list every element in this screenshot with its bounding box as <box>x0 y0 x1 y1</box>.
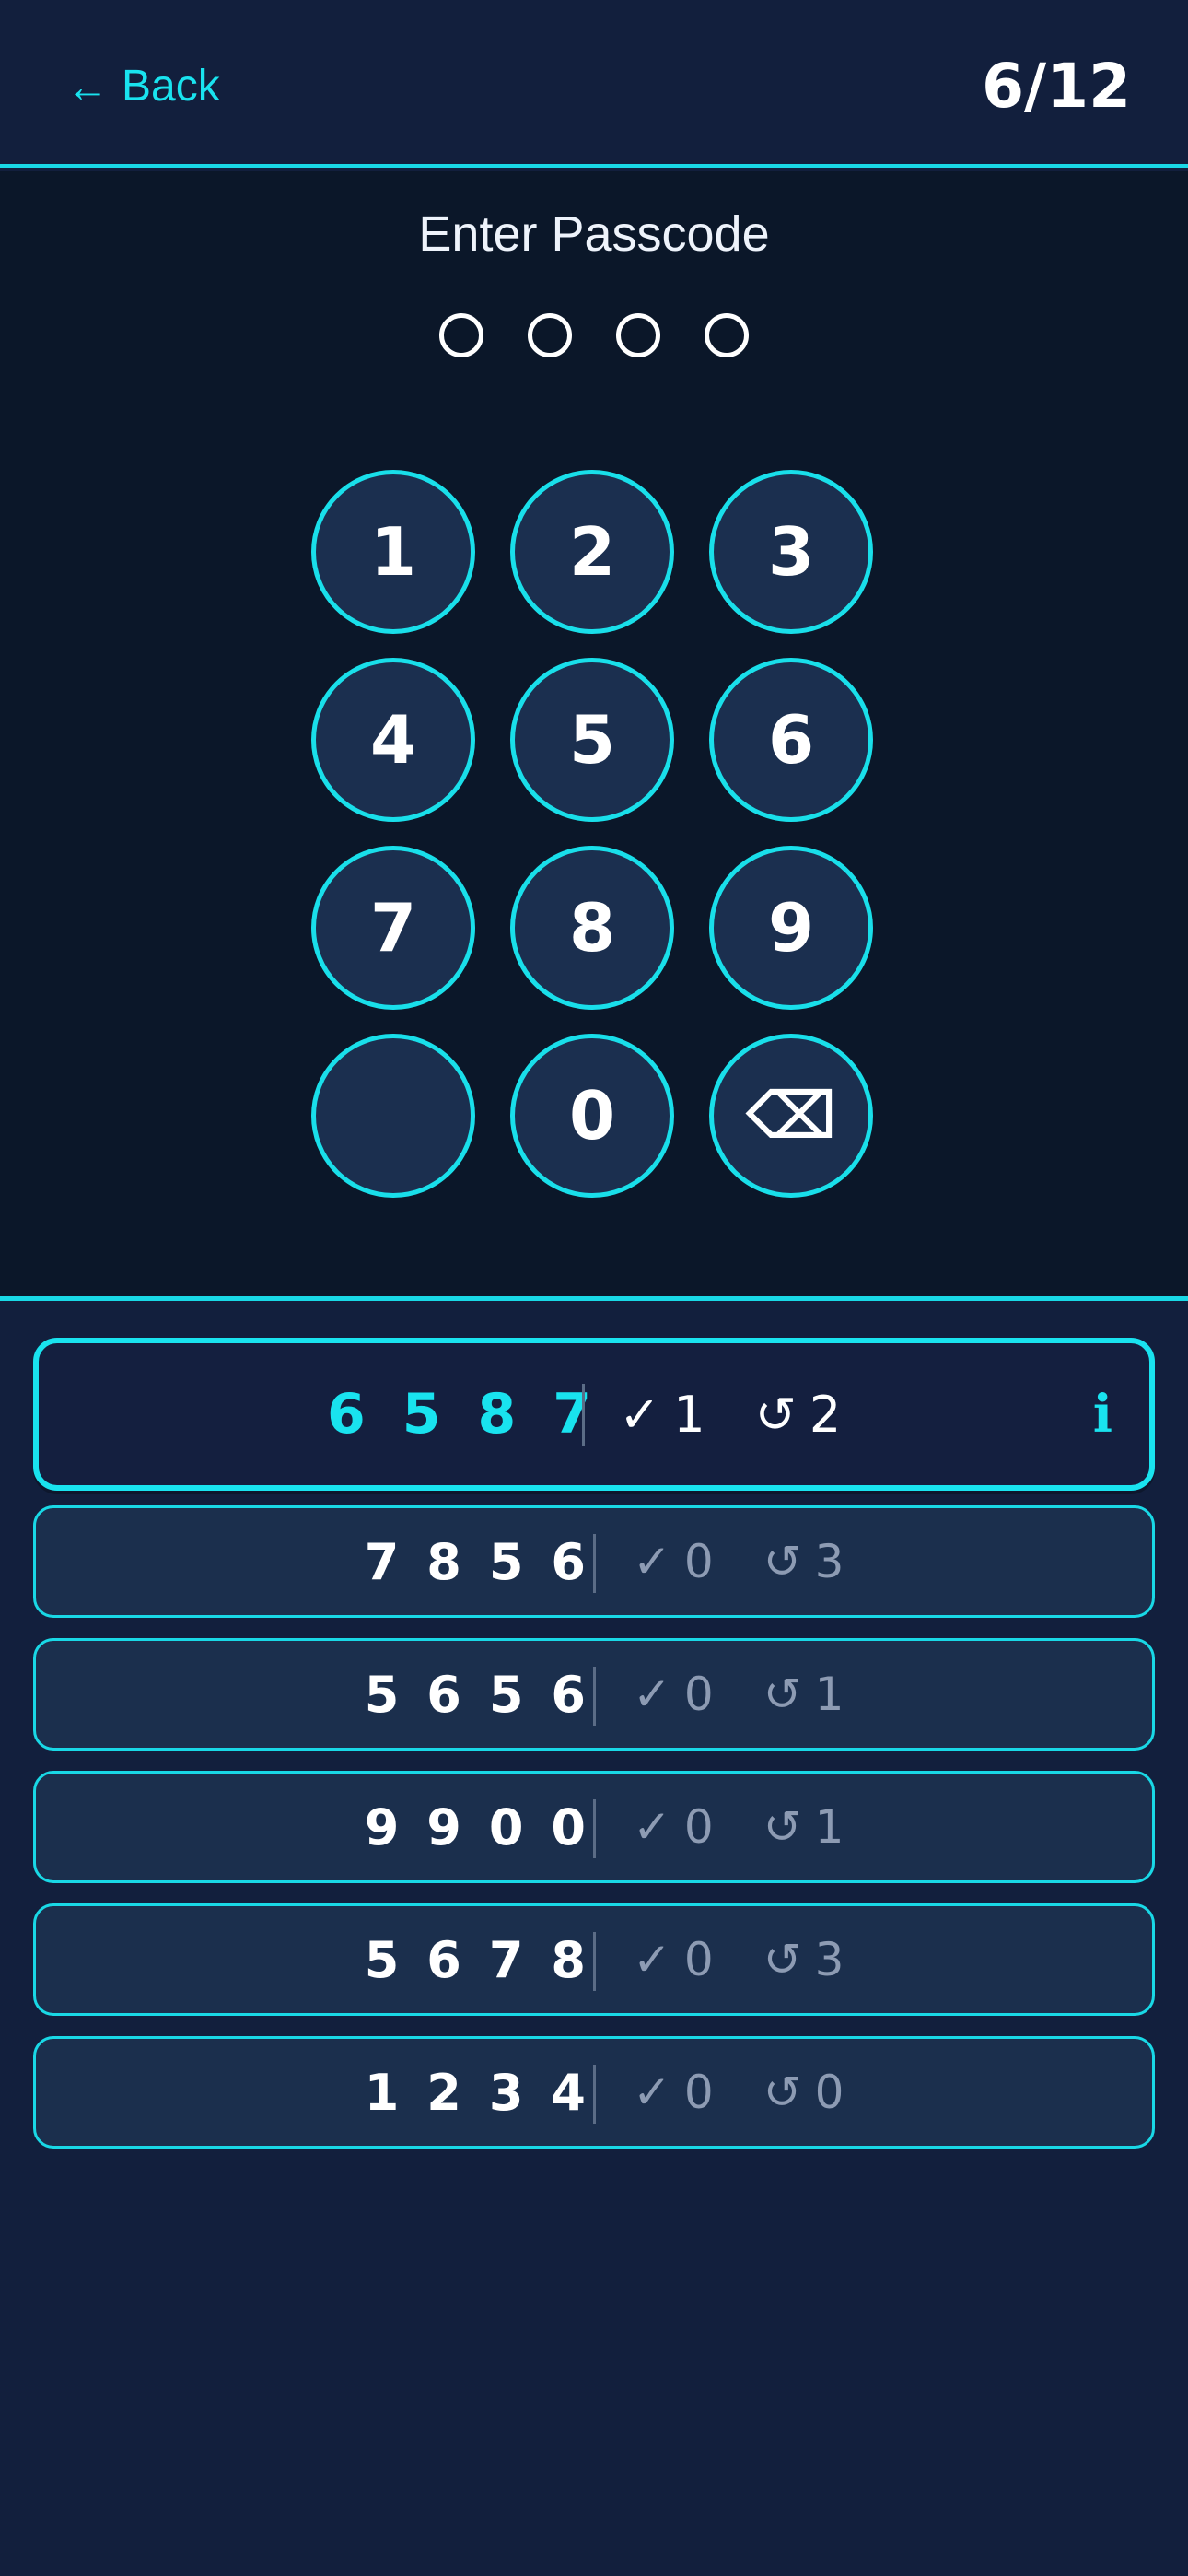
row-divider <box>593 1799 596 1858</box>
key-8[interactable]: 8 <box>510 846 674 1010</box>
guess-feedback: ✓ 1 ↺ 2 <box>619 1343 841 1485</box>
key-4[interactable]: 4 <box>311 658 475 822</box>
check-icon: ✓ <box>619 1385 661 1444</box>
guess-digit: 5 <box>488 1532 524 1591</box>
misplaced-count: 1 <box>814 1800 844 1854</box>
guess-digit: 6 <box>327 1382 366 1446</box>
check-icon: ✓ <box>633 1535 671 1588</box>
correct-count: 0 <box>683 2066 714 2119</box>
backspace-icon[interactable]: ⌫ <box>709 1034 873 1198</box>
guess-feedback: ✓ 0 ↺ 3 <box>633 1508 844 1615</box>
row-divider <box>593 2065 596 2124</box>
guess-digit: 7 <box>364 1532 400 1591</box>
key-7[interactable]: 7 <box>311 846 475 1010</box>
passcode-dot-2 <box>528 313 572 357</box>
guess-digit: 1 <box>364 2063 400 2122</box>
history-row: 5 6 7 8 ✓ 0 ↺ 3 <box>33 1903 1155 2016</box>
row-divider <box>582 1384 585 1446</box>
passcode-dot-3 <box>616 313 660 357</box>
guess-feedback: ✓ 0 ↺ 1 <box>633 1774 844 1880</box>
correct-count: 0 <box>683 1668 714 1721</box>
guess-digit: 0 <box>551 1797 586 1856</box>
guess-feedback: ✓ 0 ↺ 3 <box>633 1906 844 2013</box>
check-icon: ✓ <box>633 2066 671 2119</box>
history-row: 7 8 5 6 ✓ 0 ↺ 3 <box>33 1505 1155 1618</box>
correct-count: 1 <box>673 1385 705 1444</box>
row-divider <box>593 1667 596 1726</box>
misplaced-count: 3 <box>814 1933 844 1986</box>
passcode-dot-4 <box>705 313 749 357</box>
guess-digit: 6 <box>426 1930 461 1989</box>
key-9[interactable]: 9 <box>709 846 873 1010</box>
passcode-dot-1 <box>439 313 483 357</box>
back-button[interactable]: ← Back <box>66 53 220 120</box>
guess-digit: 9 <box>364 1797 400 1856</box>
passcode-dots <box>0 313 1188 357</box>
passcode-prompt: Enter Passcode <box>418 206 770 262</box>
guess-digit: 8 <box>477 1382 517 1446</box>
misplaced-count: 0 <box>814 2066 844 2119</box>
guess-digits: 1 2 3 4 <box>365 2039 586 2146</box>
history-row: 1 2 3 4 ✓ 0 ↺ 0 <box>33 2036 1155 2149</box>
guess-digit: 5 <box>364 1665 400 1724</box>
info-icon[interactable]: i <box>1093 1343 1112 1485</box>
guess-digit: 5 <box>488 1665 524 1724</box>
keypad: 1 2 3 4 5 6 7 8 9 0 ⌫ <box>311 470 877 1198</box>
level-progress: 6/12 <box>982 51 1131 122</box>
key-0[interactable]: 0 <box>510 1034 674 1198</box>
guess-feedback: ✓ 0 ↺ 0 <box>633 2039 844 2146</box>
key-6[interactable]: 6 <box>709 658 873 822</box>
guess-digit: 7 <box>553 1382 591 1446</box>
passcode-panel: Enter Passcode 1 2 3 4 5 6 7 8 9 0 ⌫ <box>0 171 1188 1301</box>
rotate-icon: ↺ <box>763 1535 802 1588</box>
rotate-icon: ↺ <box>763 1800 802 1854</box>
guess-digit: 9 <box>426 1797 461 1856</box>
guess-digits: 9 9 0 0 <box>365 1774 586 1880</box>
guess-digits: 7 8 5 6 <box>365 1508 586 1615</box>
guess-digit: 3 <box>488 2063 524 2122</box>
guess-digits: 5 6 5 6 <box>365 1641 586 1748</box>
key-1[interactable]: 1 <box>311 470 475 634</box>
correct-count: 0 <box>683 1800 714 1854</box>
guess-digit: 6 <box>551 1532 586 1591</box>
check-icon: ✓ <box>633 1933 671 1986</box>
rotate-icon: ↺ <box>754 1385 797 1444</box>
key-blank <box>311 1034 475 1198</box>
guess-digits: 6 5 8 7 <box>327 1343 591 1485</box>
key-5[interactable]: 5 <box>510 658 674 822</box>
correct-count: 0 <box>683 1535 714 1588</box>
check-icon: ✓ <box>633 1800 671 1854</box>
history-row: 5 6 5 6 ✓ 0 ↺ 1 <box>33 1638 1155 1751</box>
key-2[interactable]: 2 <box>510 470 674 634</box>
guess-digit: 8 <box>426 1532 461 1591</box>
guess-digit: 6 <box>551 1665 586 1724</box>
key-3[interactable]: 3 <box>709 470 873 634</box>
guess-digit: 5 <box>364 1930 400 1989</box>
guess-digit: 0 <box>488 1797 524 1856</box>
guess-history: 6 5 8 7 ✓ 1 ↺ 2 i 7 8 5 6 ✓ 0 ↺ 3 5 6 5 … <box>33 1338 1155 2169</box>
rotate-icon: ↺ <box>763 1668 802 1721</box>
row-divider <box>593 1932 596 1991</box>
guess-digit: 8 <box>551 1930 586 1989</box>
guess-digits: 5 6 7 8 <box>365 1906 586 2013</box>
guess-digit: 2 <box>426 2063 461 2122</box>
row-divider <box>593 1534 596 1593</box>
back-arrow-icon: ← <box>66 63 109 111</box>
history-row: 9 9 0 0 ✓ 0 ↺ 1 <box>33 1771 1155 1883</box>
misplaced-count: 3 <box>814 1535 844 1588</box>
check-icon: ✓ <box>633 1668 671 1721</box>
guess-digit: 7 <box>488 1930 524 1989</box>
correct-count: 0 <box>683 1933 714 1986</box>
misplaced-count: 2 <box>809 1385 842 1444</box>
back-label: Back <box>122 62 220 111</box>
header-bar: ← Back 6/12 <box>0 0 1188 168</box>
rotate-icon: ↺ <box>763 2066 802 2119</box>
guess-digit: 6 <box>426 1665 461 1724</box>
current-guess-row: 6 5 8 7 ✓ 1 ↺ 2 i <box>33 1338 1155 1491</box>
guess-feedback: ✓ 0 ↺ 1 <box>633 1641 844 1748</box>
guess-digit: 5 <box>402 1382 441 1446</box>
misplaced-count: 1 <box>814 1668 844 1721</box>
rotate-icon: ↺ <box>763 1933 802 1986</box>
guess-digit: 4 <box>551 2063 586 2122</box>
